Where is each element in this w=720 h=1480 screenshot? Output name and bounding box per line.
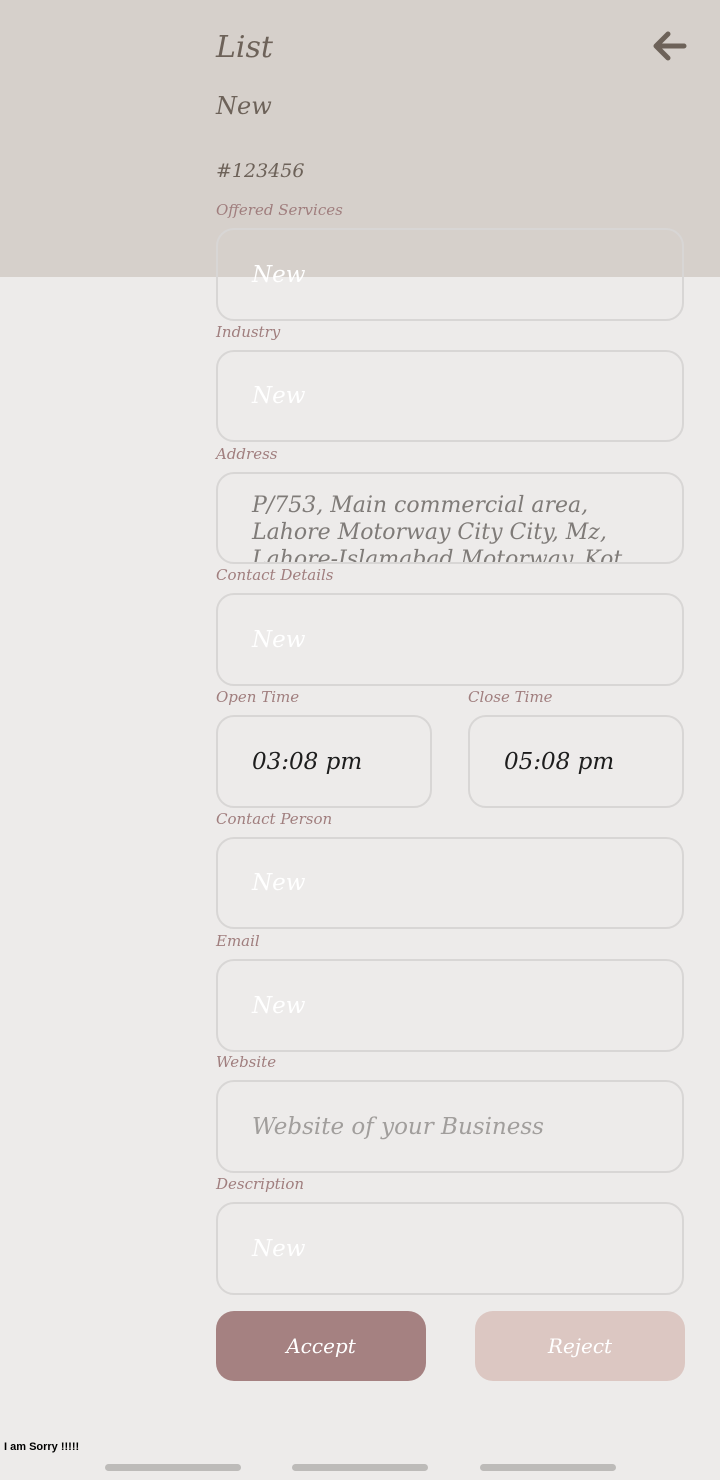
toast-message: I am Sorry !!!!!	[4, 1441, 80, 1453]
open-time-field[interactable]: 03:08 pm	[216, 715, 432, 808]
offered-services-label: Offered Services	[216, 201, 343, 219]
description-value: New	[252, 1235, 306, 1262]
page-subtitle: New	[216, 92, 272, 120]
nav-bar-center[interactable]	[292, 1464, 428, 1471]
offered-services-field[interactable]: New	[216, 228, 684, 321]
offered-services-value: New	[252, 261, 306, 288]
arrow-left-icon	[653, 31, 687, 61]
address-value: P/753, Main commercial area, Lahore Moto…	[252, 493, 623, 564]
close-time-field[interactable]: 05:08 pm	[468, 715, 684, 808]
description-field[interactable]: New	[216, 1202, 684, 1295]
back-button[interactable]	[648, 26, 690, 66]
industry-label: Industry	[216, 323, 281, 341]
close-time-value: 05:08 pm	[504, 748, 615, 775]
reject-button[interactable]: Reject	[475, 1311, 685, 1381]
email-label: Email	[216, 932, 260, 950]
open-time-label: Open Time	[216, 688, 300, 706]
contact-person-field[interactable]: New	[216, 837, 684, 929]
address-field[interactable]: P/753, Main commercial area, Lahore Moto…	[216, 472, 684, 564]
nav-bar-left[interactable]	[105, 1464, 241, 1471]
industry-value: New	[252, 383, 306, 409]
accept-button[interactable]: Accept	[216, 1311, 426, 1381]
close-time-label: Close Time	[468, 688, 553, 706]
record-id: #123456	[216, 160, 305, 182]
contact-details-label: Contact Details	[216, 566, 334, 584]
contact-details-value: New	[252, 626, 306, 653]
website-placeholder: Website of your Business	[252, 1113, 544, 1140]
email-field[interactable]: New	[216, 959, 684, 1052]
description-label: Description	[216, 1175, 305, 1193]
nav-bar-right[interactable]	[480, 1464, 616, 1471]
contact-details-field[interactable]: New	[216, 593, 684, 686]
website-field[interactable]: Website of your Business	[216, 1080, 684, 1173]
contact-person-value: New	[252, 870, 306, 896]
email-value: New	[252, 992, 306, 1019]
contact-person-label: Contact Person	[216, 810, 333, 828]
page-title: List	[216, 30, 273, 65]
website-label: Website	[216, 1053, 277, 1071]
address-label: Address	[216, 445, 278, 463]
industry-field[interactable]: New	[216, 350, 684, 442]
open-time-value: 03:08 pm	[252, 748, 363, 775]
